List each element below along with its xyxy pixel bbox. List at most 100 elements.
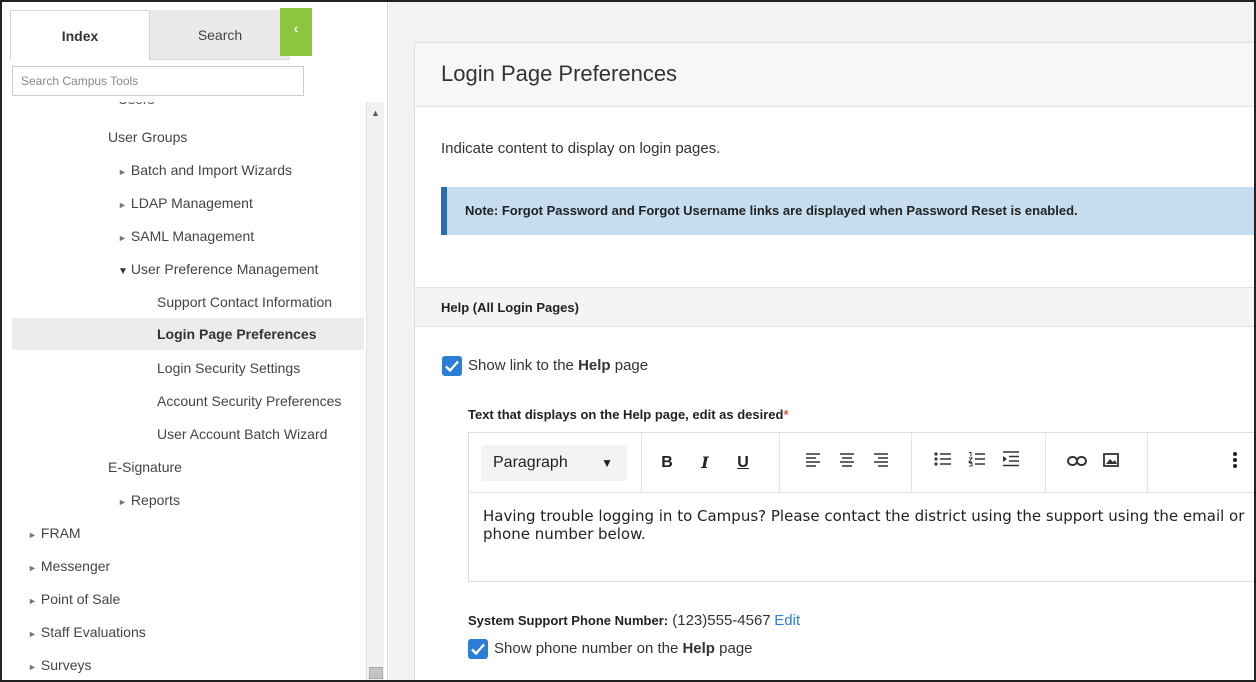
sidebar-item-ldap-management[interactable]: ► LDAP Management (12, 188, 364, 218)
sidebar-item-label: Login Page Preferences (157, 326, 317, 342)
navigation-tree: Users User Groups ►Batch and Import Wiza… (12, 102, 364, 680)
tab-index[interactable]: Index (10, 10, 150, 60)
label-text: page (610, 357, 649, 374)
caret-down-icon: ▼ (601, 456, 613, 470)
sidebar-item-reports[interactable]: ► Reports (12, 485, 364, 515)
sidebar-item-saml-management[interactable]: ► SAML Management (12, 221, 364, 251)
app-frame: Index Search ‹ Users User Groups ►Batch … (0, 0, 1256, 682)
toolbar-divider (911, 433, 912, 493)
image-icon[interactable] (1099, 451, 1123, 475)
collapse-arrow-icon: ▼ (118, 266, 128, 277)
label-text: page (714, 640, 753, 657)
editor-toolbar: Paragraph ▼ B I U (469, 433, 1254, 493)
sidebar-item-login-security-settings[interactable]: Login Security Settings (12, 353, 364, 383)
align-right-icon[interactable] (869, 451, 893, 475)
italic-button[interactable]: I (693, 451, 717, 475)
expand-arrow-icon: ► (118, 167, 127, 177)
sidebar-item-label: Surveys (40, 657, 92, 673)
info-note: Note: Forgot Password and Forgot Usernam… (441, 187, 1254, 235)
help-text-label: Text that displays on the Help page, edi… (468, 407, 789, 422)
sidebar-item-users[interactable]: Users (118, 102, 155, 110)
sidebar-item-support-contact-information[interactable]: Support Contact Information (12, 287, 364, 317)
paragraph-select-value: Paragraph (493, 454, 568, 471)
numbered-list-icon[interactable] (965, 451, 989, 475)
expand-arrow-icon: ► (118, 233, 127, 243)
support-phone-line: System Support Phone Number: (123)555-45… (468, 612, 800, 629)
sidebar-item-label: Staff Evaluations (40, 624, 146, 640)
sidebar-item-user-account-batch-wizard[interactable]: User Account Batch Wizard (12, 419, 364, 449)
page-title: Login Page Preferences (441, 61, 678, 86)
underline-button[interactable]: U (731, 451, 755, 475)
align-left-icon[interactable] (801, 451, 825, 475)
sidebar-item-staff-evaluations[interactable]: ► Staff Evaluations (12, 617, 364, 647)
sidebar-item-label: Point of Sale (40, 591, 121, 607)
indent-icon[interactable] (999, 451, 1023, 475)
required-mark: * (783, 407, 789, 422)
sidebar-item-label: User Account Batch Wizard (157, 426, 328, 442)
scrollbar-thumb[interactable] (369, 667, 383, 679)
note-mid: and (608, 203, 639, 218)
phone-label: System Support Phone Number: (468, 613, 669, 628)
label-bold: Help (578, 357, 611, 374)
toolbar-divider (641, 433, 642, 493)
note-bold-forgot-username: Forgot Username (638, 203, 747, 218)
sidebar-item-surveys[interactable]: ► Surveys (12, 650, 364, 680)
sidebar-item-user-preference-management[interactable]: ▼ User Preference Management (12, 254, 364, 284)
show-help-link-checkbox[interactable] (442, 356, 462, 376)
preferences-card: Login Page Preferences Indicate content … (414, 42, 1254, 680)
sidebar-item-point-of-sale[interactable]: ► Point of Sale (12, 584, 364, 614)
bullet-list-icon[interactable] (931, 451, 955, 475)
sidebar-scrollbar[interactable]: ▲ (366, 102, 384, 680)
expand-arrow-icon: ► (28, 530, 37, 540)
sidebar-item-e-signature[interactable]: E-Signature (12, 452, 364, 482)
paragraph-format-select[interactable]: Paragraph ▼ (481, 445, 627, 481)
sidebar-item-batch-import-wizards[interactable]: ► Batch and Import Wizards (12, 155, 364, 185)
sidebar-item-account-security-preferences[interactable]: Account Security Preferences (12, 386, 364, 416)
sidebar-item-user-groups[interactable]: User Groups (12, 122, 364, 152)
sidebar-item-label: SAML Management (130, 228, 255, 244)
expand-arrow-icon: ► (28, 563, 37, 573)
label-text: Show link to the (468, 357, 579, 374)
more-options-icon[interactable] (1223, 451, 1247, 475)
sidebar-item-label: E-Signature (108, 459, 182, 475)
sidebar-item-fram[interactable]: ► FRAM (12, 518, 364, 548)
sidebar-item-label: Login Security Settings (157, 360, 301, 376)
label-text: Show phone number on the (494, 640, 683, 657)
sidebar-item-label: LDAP Management (130, 195, 253, 211)
show-phone-label: Show phone number on the Help page (494, 640, 753, 657)
card-header: Login Page Preferences (415, 43, 1254, 107)
note-suffix: links are displayed when Password Reset … (746, 203, 1078, 218)
sidebar-item-messenger[interactable]: ► Messenger (12, 551, 364, 581)
checkmark-icon (445, 360, 459, 373)
show-help-link-label: Show link to the Help page (468, 357, 648, 374)
scroll-up-arrow-icon[interactable]: ▲ (371, 108, 380, 118)
expand-arrow-icon: ► (28, 662, 37, 672)
bold-button[interactable]: B (655, 451, 679, 475)
note-prefix: Note: (465, 203, 502, 218)
show-phone-checkbox[interactable] (468, 639, 488, 659)
search-campus-tools-input[interactable] (12, 66, 304, 96)
sidebar-item-label: User Groups (108, 129, 188, 145)
phone-number: (123)555-4567 (668, 612, 771, 629)
collapse-sidebar-button[interactable]: ‹ (280, 8, 312, 56)
expand-arrow-icon: ► (118, 497, 127, 507)
toolbar-divider (779, 433, 780, 493)
editor-content[interactable]: Having trouble logging in to Campus? Ple… (483, 507, 1254, 543)
section-header-help: Help (All Login Pages) (415, 287, 1254, 327)
sidebar-item-label: Batch and Import Wizards (130, 162, 292, 178)
sidebar-tabs: Index Search (10, 10, 310, 60)
edit-phone-link[interactable]: Edit (774, 612, 800, 629)
tab-search[interactable]: Search (150, 10, 290, 60)
toolbar-divider (1045, 433, 1046, 493)
link-icon[interactable] (1065, 451, 1089, 475)
align-center-icon[interactable] (835, 451, 859, 475)
sidebar-item-login-page-preferences[interactable]: Login Page Preferences (12, 318, 364, 350)
label-text: Text that displays on the Help page, edi… (468, 407, 784, 422)
expand-arrow-icon: ► (28, 596, 37, 606)
sidebar-item-label: Messenger (40, 558, 111, 574)
rich-text-editor: Paragraph ▼ B I U Having trouble logging… (468, 432, 1254, 582)
page-description: Indicate content to display on login pag… (441, 140, 721, 157)
sidebar-item-label: Account Security Preferences (157, 393, 342, 409)
sidebar-item-label: Support Contact Information (157, 294, 333, 310)
expand-arrow-icon: ► (28, 629, 37, 639)
